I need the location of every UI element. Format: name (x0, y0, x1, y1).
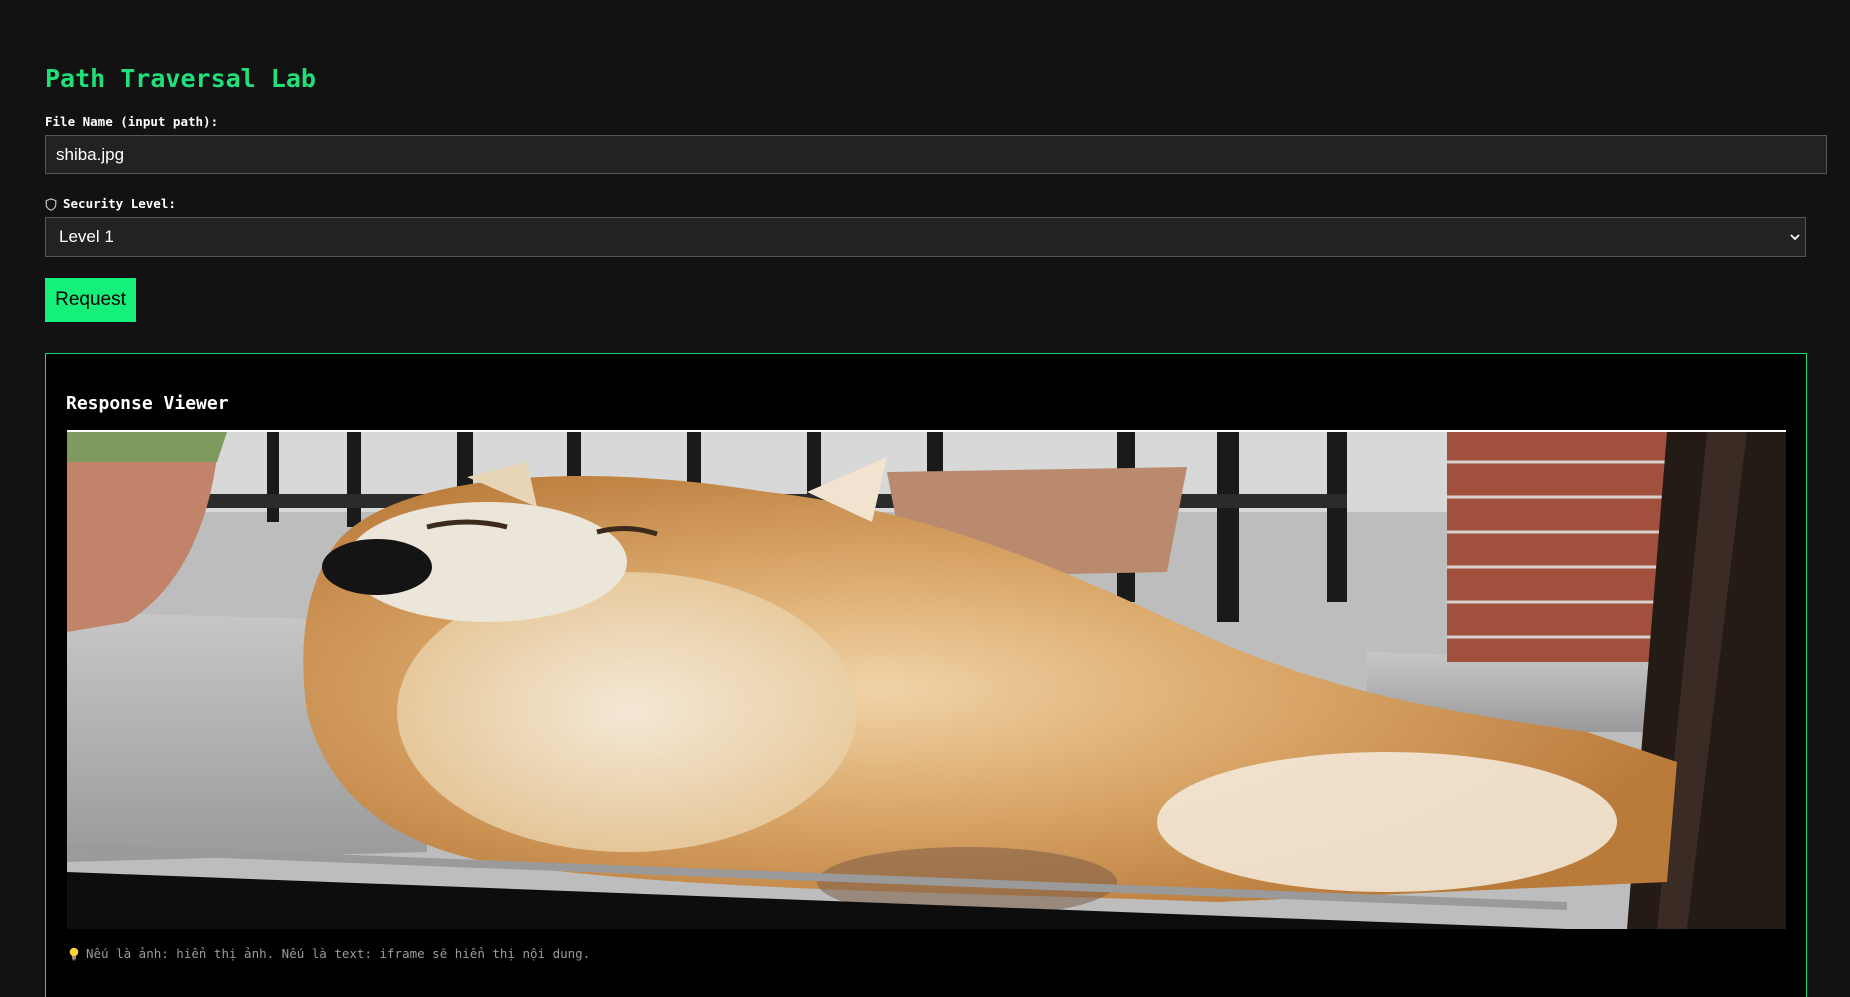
page-title: Path Traversal Lab (45, 64, 316, 93)
file-name-input[interactable] (45, 135, 1827, 174)
shiba-photo (67, 432, 1786, 929)
response-image (67, 432, 1786, 929)
lightbulb-icon (69, 947, 79, 961)
chevron-down-icon (1790, 234, 1800, 241)
response-viewer-title: Response Viewer (66, 393, 229, 414)
security-level-select[interactable]: Level 1 (45, 217, 1806, 257)
viewer-note-text: Nếu là ảnh: hiển thị ảnh. Nếu là text: i… (86, 946, 591, 961)
security-level-selected: Level 1 (59, 227, 114, 246)
shield-icon (45, 197, 57, 211)
security-level-label: Security Level: (45, 196, 176, 212)
security-level-label-text: Security Level: (63, 196, 176, 211)
viewer-note: Nếu là ảnh: hiển thị ảnh. Nếu là text: i… (68, 946, 590, 962)
page: Path Traversal Lab File Name (input path… (0, 0, 1850, 997)
file-name-label: File Name (input path): (45, 114, 219, 129)
request-button[interactable]: Request (45, 278, 136, 322)
response-viewer: Response Viewer Nếu là ảnh: hiển thị ảnh… (45, 353, 1807, 997)
